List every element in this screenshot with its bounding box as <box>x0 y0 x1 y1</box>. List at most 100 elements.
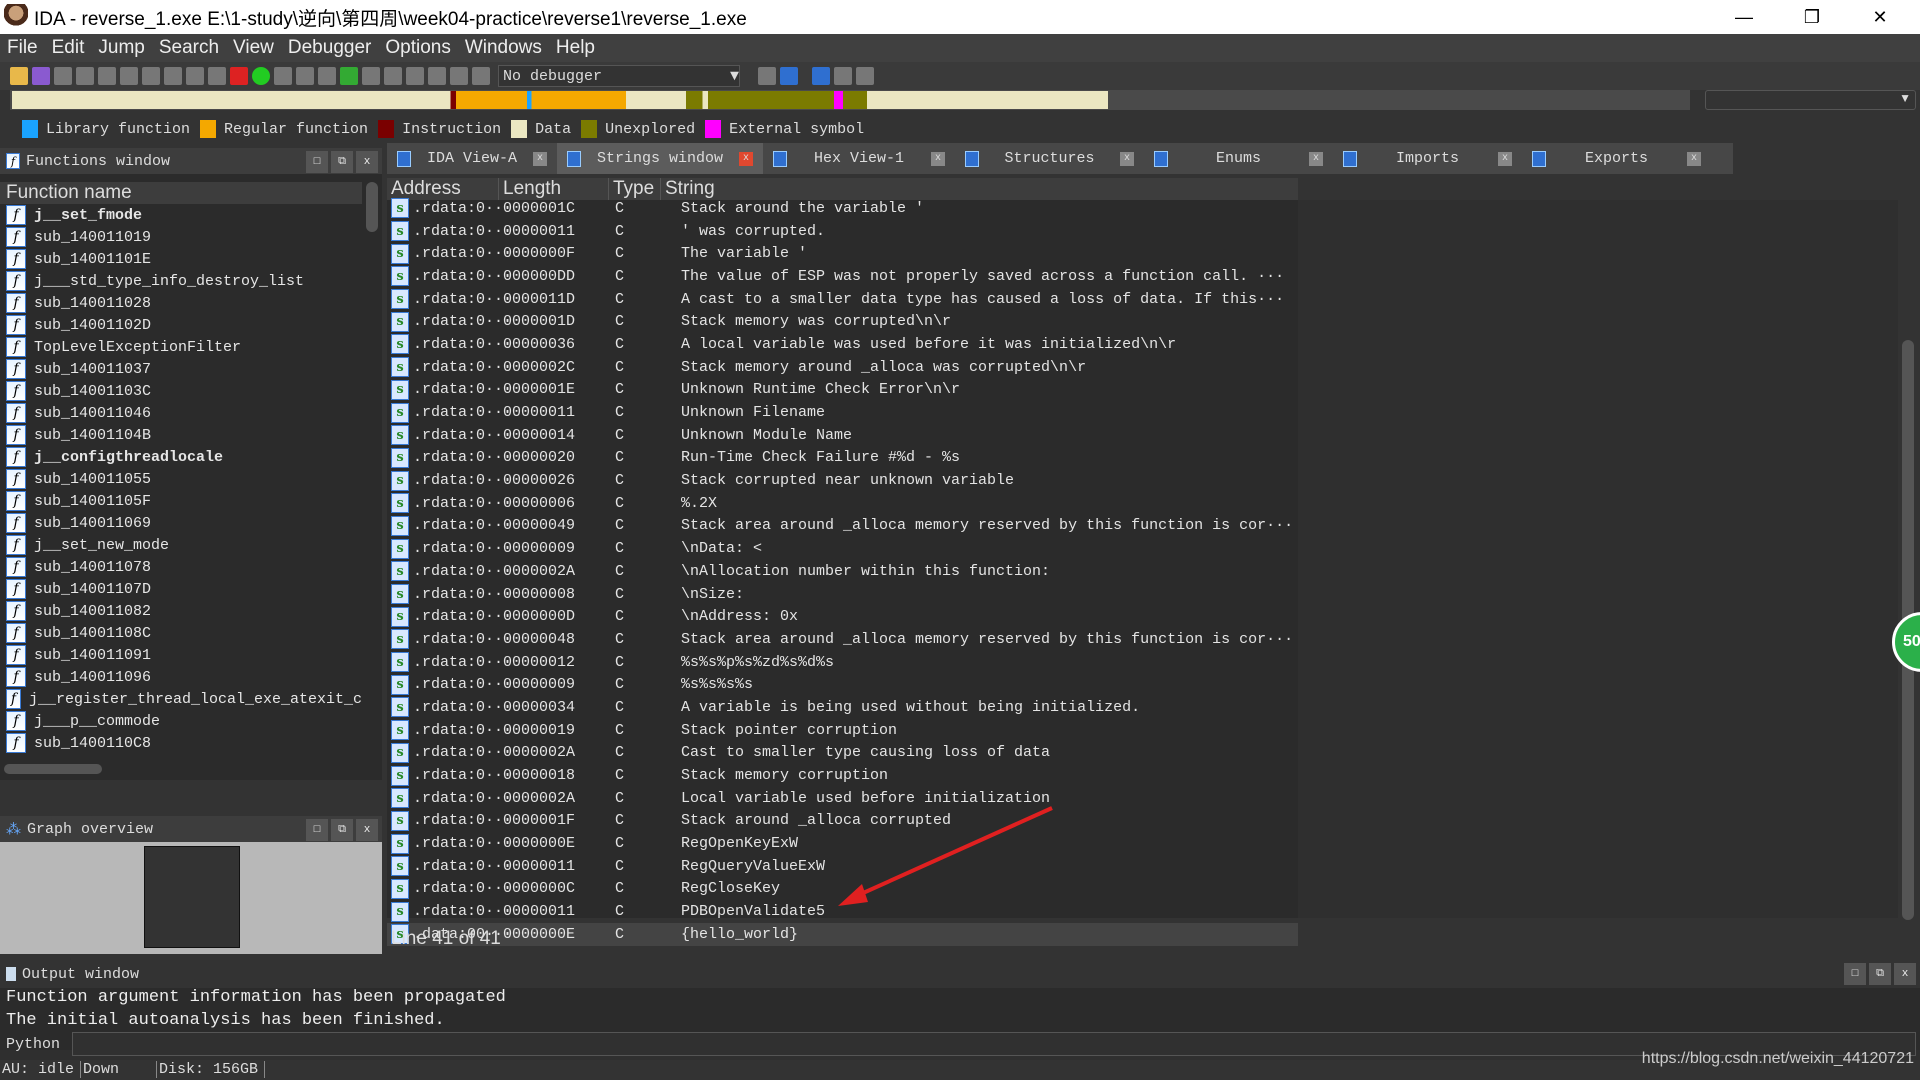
navigation-band-segments[interactable] <box>12 91 1108 109</box>
navigation-combo[interactable]: ▼ <box>1705 90 1916 110</box>
tab-close-button[interactable]: x <box>533 151 547 166</box>
string-row[interactable]: s .rdata:0··· 00000006 C %.2X <box>387 492 1298 515</box>
process-icon[interactable] <box>780 67 798 85</box>
forward-icon[interactable] <box>76 67 94 85</box>
string-row[interactable]: s .rdata:0··· 00000019 C Stack pointer corru… <box>387 719 1298 742</box>
tab-close-button[interactable]: x <box>1309 151 1323 166</box>
menu-search[interactable]: Search <box>152 37 226 59</box>
string-row[interactable]: s .rdata:0··· 0000001E C Unknown Runtime Che… <box>387 379 1298 402</box>
float-button[interactable]: ⧉ <box>331 819 353 841</box>
string-row[interactable]: s .rdata:0··· 0000001C C Stack around the va… <box>387 197 1298 220</box>
string-row[interactable]: s .rdata:0··· 00000018 C Stack memory corrup… <box>387 764 1298 787</box>
maximize-button[interactable]: □ <box>306 819 328 841</box>
menu-help[interactable]: Help <box>549 37 602 59</box>
delete-icon[interactable] <box>406 67 424 85</box>
tab-ida-view-a[interactable]: IDA View-A x <box>387 143 557 174</box>
string-row[interactable]: s .rdata:0··· 0000000D C \nAddress: 0x <box>387 605 1298 628</box>
back-icon[interactable] <box>54 67 72 85</box>
column-length[interactable]: Length <box>499 178 609 200</box>
function-list-item[interactable]: f j__set_fmode <box>0 204 362 226</box>
string-row[interactable]: s .rdata:0··· 000000DD C The value of ESP wa… <box>387 265 1298 288</box>
string-row[interactable]: s .rdata:0··· 00000020 C Run-Time Check Fail… <box>387 447 1298 470</box>
search-icon[interactable] <box>208 67 226 85</box>
python-label[interactable]: Python <box>0 1036 60 1053</box>
restore-button[interactable]: ❐ <box>1778 0 1846 34</box>
string-row[interactable]: s .rdata:0··· 00000014 C Unknown Module Name <box>387 424 1298 447</box>
function-list-item[interactable]: f sub_14001107D <box>0 578 362 600</box>
function-list-item[interactable]: f sub_140011037 <box>0 358 362 380</box>
python-input[interactable] <box>72 1032 1916 1056</box>
string-row[interactable]: s .rdata:0··· 0000000C C RegCloseKey <box>387 878 1298 901</box>
string-row[interactable]: s .rdata:0··· 0000011D C A cast to a smaller… <box>387 288 1298 311</box>
column-type[interactable]: Type <box>609 178 661 200</box>
stop-icon[interactable] <box>472 67 490 85</box>
save-icon[interactable] <box>32 67 50 85</box>
function-list-item[interactable]: f sub_14001105F <box>0 490 362 512</box>
function-list-item[interactable]: f sub_1400110C8 <box>0 732 362 754</box>
function-name-column-header[interactable]: Function name <box>0 182 362 204</box>
function-list-item[interactable]: f sub_14001102D <box>0 314 362 336</box>
function-list-item[interactable]: f j___p__commode <box>0 710 362 732</box>
menu-options[interactable]: Options <box>378 37 457 59</box>
string-row[interactable]: s .rdata:0··· 00000011 C PDBOpenValidate5 <box>387 900 1298 923</box>
function-list-item[interactable]: f sub_140011069 <box>0 512 362 534</box>
function-list-item[interactable]: f TopLevelExceptionFilter <box>0 336 362 358</box>
function-list-item[interactable]: f sub_140011078 <box>0 556 362 578</box>
string-icon[interactable] <box>318 67 336 85</box>
string-row[interactable]: s .rdata:0··· 00000036 C A local variable wa… <box>387 333 1298 356</box>
functions-vertical-scrollbar[interactable] <box>366 182 378 232</box>
function-list-item[interactable]: f sub_14001104B <box>0 424 362 446</box>
function-list-item[interactable]: f sub_140011019 <box>0 226 362 248</box>
menu-edit[interactable]: Edit <box>45 37 92 59</box>
string-row[interactable]: s .rdata:0··· 0000000F C The variable ' <box>387 242 1298 265</box>
close-button[interactable]: x <box>356 151 378 173</box>
function-list-item[interactable]: f sub_14001108C <box>0 622 362 644</box>
string-row[interactable]: s .rdata:0··· 00000011 C ' was corrupted. <box>387 220 1298 243</box>
patch-icon[interactable] <box>164 67 182 85</box>
functions-horizontal-scrollbar[interactable] <box>4 764 102 774</box>
function-list-item[interactable]: f sub_140011096 <box>0 666 362 688</box>
function-list-item[interactable]: f sub_140011028 <box>0 292 362 314</box>
graph-overview-canvas[interactable] <box>0 842 382 954</box>
graph-icon[interactable] <box>812 67 830 85</box>
data-icon[interactable] <box>296 67 314 85</box>
undefine-icon[interactable] <box>362 67 380 85</box>
menu-file[interactable]: File <box>0 37 45 59</box>
menu-windows[interactable]: Windows <box>458 37 549 59</box>
breakpoint-icon[interactable] <box>834 67 852 85</box>
column-string[interactable]: String <box>661 178 1298 200</box>
tab-structures[interactable]: Structures x <box>955 143 1144 174</box>
tab-close-button[interactable]: x <box>1120 151 1134 166</box>
graph-viewport[interactable] <box>144 846 240 948</box>
close-button[interactable]: ✕ <box>1846 0 1914 34</box>
function-list-item[interactable]: f j__configthreadlocale <box>0 446 362 468</box>
play-icon[interactable] <box>428 67 446 85</box>
debugger-select[interactable]: No debugger ▼ <box>498 65 740 87</box>
analysis-icon[interactable] <box>230 67 248 85</box>
string-row[interactable]: s .rdata:0··· 00000048 C Stack area around _… <box>387 628 1298 651</box>
function-list-item[interactable]: f sub_140011055 <box>0 468 362 490</box>
column-address[interactable]: Address <box>387 178 499 200</box>
string-row[interactable]: s .data:00··· 0000000E C {hello_world} <box>387 923 1298 946</box>
float-button[interactable]: ⧉ <box>331 151 353 173</box>
maximize-button[interactable]: □ <box>1844 963 1866 985</box>
tab-imports[interactable]: Imports x <box>1333 143 1522 174</box>
string-row[interactable]: s .rdata:0··· 0000001D C Stack memory was co… <box>387 310 1298 333</box>
float-button[interactable]: ⧉ <box>1869 963 1891 985</box>
hex-icon[interactable] <box>98 67 116 85</box>
string-row[interactable]: s .rdata:0··· 0000002C C Stack memory around… <box>387 356 1298 379</box>
string-row[interactable]: s .rdata:0··· 0000002A C \nAllocation number… <box>387 560 1298 583</box>
menu-debugger[interactable]: Debugger <box>281 37 378 59</box>
function-list-item[interactable]: f sub_140011091 <box>0 644 362 666</box>
string-row[interactable]: s .rdata:0··· 0000002A C Local variable used… <box>387 787 1298 810</box>
function-list-item[interactable]: f j__set_new_mode <box>0 534 362 556</box>
debugger-options-icon[interactable] <box>758 67 776 85</box>
function-list-item[interactable]: f sub_14001103C <box>0 380 362 402</box>
function-list-item[interactable]: f j___std_type_info_destroy_list <box>0 270 362 292</box>
string-row[interactable]: s .rdata:0··· 00000049 C Stack area around _… <box>387 515 1298 538</box>
code-icon[interactable] <box>274 67 292 85</box>
jump-icon[interactable] <box>186 67 204 85</box>
string-row[interactable]: s .rdata:0··· 00000009 C \nData: < <box>387 537 1298 560</box>
tab-close-button[interactable]: x <box>739 151 753 166</box>
string-row[interactable]: s .rdata:0··· 00000034 C A variable is being… <box>387 696 1298 719</box>
